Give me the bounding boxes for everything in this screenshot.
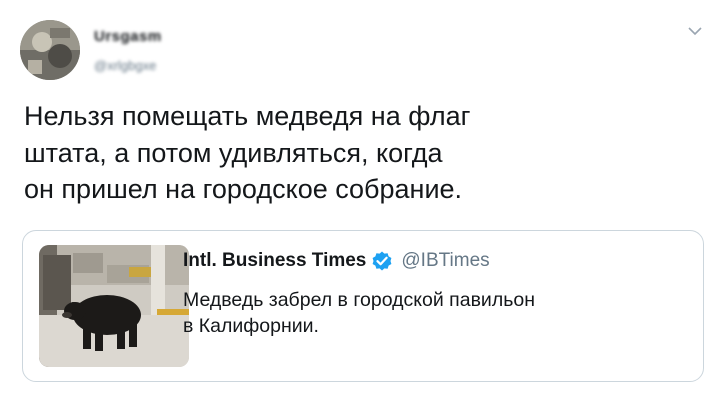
bear-photo (39, 245, 189, 367)
avatar-image (20, 20, 80, 80)
author-handle[interactable]: @xrlgbgxe (94, 58, 156, 73)
quoted-tweet-header: Intl. Business Times @IBTimes (183, 249, 490, 273)
avatar[interactable] (20, 20, 80, 80)
author-name[interactable]: Ursgasm (94, 28, 162, 45)
verified-badge-icon (371, 250, 393, 272)
quoted-tweet-card[interactable]: Intl. Business Times @IBTimes Медведь за… (22, 230, 704, 382)
quoted-author-name[interactable]: Intl. Business Times (183, 250, 366, 272)
tweet-text: Нельзя помещать медведя на флаг штата, а… (24, 101, 471, 204)
quoted-author-handle[interactable]: @IBTimes (401, 250, 489, 272)
chevron-down-icon[interactable] (684, 20, 706, 42)
tweet: Ursgasm @xrlgbgxe Нельзя помещать медвед… (0, 0, 728, 416)
quoted-tweet-thumbnail[interactable] (39, 245, 189, 367)
quoted-tweet-text: Медведь забрел в городской павильон в Ка… (183, 289, 535, 337)
